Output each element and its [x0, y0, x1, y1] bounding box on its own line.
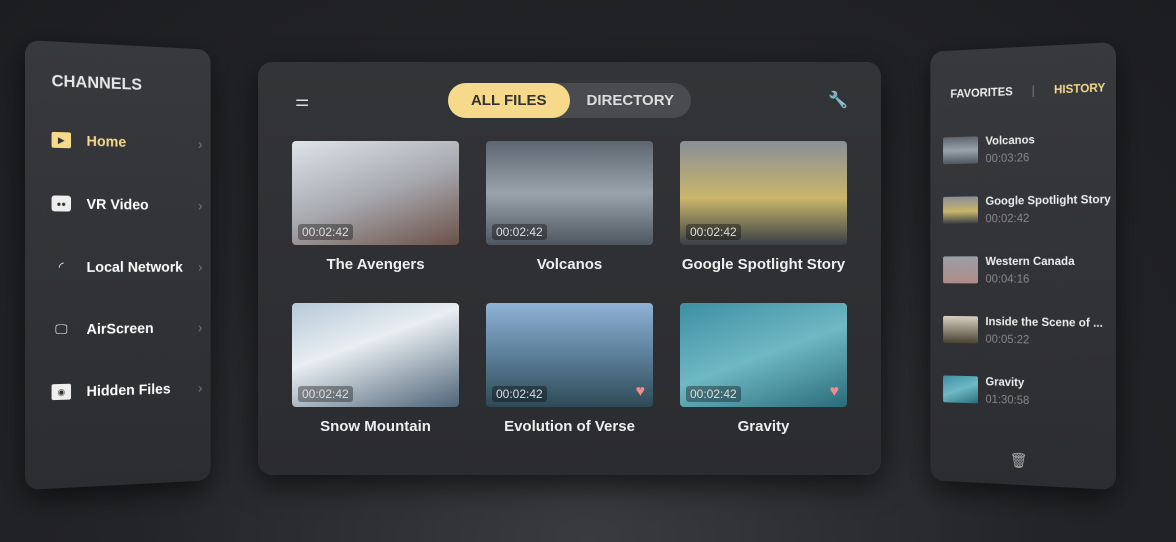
video-thumbnail[interactable]: 00:02:42 ♥ — [680, 303, 847, 407]
video-duration: 00:02:42 — [298, 224, 353, 240]
history-panel: FAVORITES | HISTORY Volcanos 00:03:26 Goog… — [930, 42, 1116, 490]
hidden-folder-icon: ◉ — [51, 383, 72, 401]
video-card[interactable]: 00:02:42 ♥ Evolution of Verse — [486, 303, 653, 435]
video-thumbnail[interactable]: 00:02:42 — [292, 141, 459, 245]
history-item[interactable]: Western Canada 00:04:16 — [943, 254, 1075, 286]
nav-label: AirScreen — [86, 319, 154, 338]
view-toggle: ALL FILES DIRECTORY — [448, 83, 691, 118]
heart-icon[interactable]: ♥ — [636, 383, 646, 401]
video-title: Gravity — [737, 418, 790, 435]
nav-label: Hidden Files — [86, 380, 171, 400]
channels-panel: CHANNELS ▶ Home › ●● VR Video › ◜ Local … — [25, 40, 211, 490]
history-duration: 01:30:58 — [985, 392, 1030, 408]
video-thumbnail[interactable]: 00:02:42 ♥ — [486, 303, 653, 407]
history-item[interactable]: Inside the Scene of ... 00:05:22 — [943, 314, 1103, 348]
tab-history[interactable]: HISTORY — [1054, 80, 1105, 96]
history-title: Volcanos — [985, 132, 1035, 148]
files-panel: ⚌ ALL FILES DIRECTORY 🔧 00:02:42 The Aven… — [258, 62, 881, 475]
history-title: Western Canada — [985, 254, 1075, 268]
history-thumbnail — [943, 136, 979, 165]
history-duration: 00:02:42 — [985, 211, 1030, 226]
history-thumbnail — [943, 375, 979, 404]
history-item[interactable]: Google Spotlight Story 00:02:42 — [943, 192, 1111, 226]
video-duration: 00:02:42 — [686, 224, 741, 240]
video-thumbnail[interactable]: 00:02:42 — [486, 141, 653, 245]
wrench-icon[interactable]: 🔧 — [828, 90, 848, 110]
history-duration: 00:04:16 — [985, 271, 1030, 286]
video-title: Evolution of Verse — [504, 418, 635, 435]
video-duration: 00:02:42 — [686, 386, 741, 402]
vr-headset-icon: ●● — [51, 195, 72, 212]
video-title: Snow Mountain — [320, 418, 431, 435]
history-title: Google Spotlight Story — [985, 192, 1111, 208]
nav-label: Local Network — [86, 258, 183, 276]
chevron-right-icon: › — [197, 319, 203, 336]
heart-icon[interactable]: ♥ — [830, 383, 840, 401]
nav-label: VR Video — [86, 195, 149, 214]
video-thumbnail[interactable]: 00:02:42 — [680, 141, 847, 245]
history-thumbnail — [943, 256, 979, 284]
play-icon: ▶ — [51, 131, 72, 149]
video-duration: 00:02:42 — [298, 386, 353, 402]
monitor-icon: 🖵 — [55, 321, 68, 337]
sliders-icon[interactable]: ⚌ — [295, 91, 309, 111]
tab-favorites[interactable]: FAVORITES — [950, 84, 1012, 100]
chevron-right-icon: › — [197, 197, 203, 214]
history-title: Inside the Scene of ... — [985, 314, 1103, 330]
channels-title: CHANNELS — [51, 71, 142, 94]
history-item[interactable]: Volcanos 00:03:26 — [943, 133, 1035, 167]
video-duration: 00:02:42 — [492, 224, 547, 240]
video-title: Google Spotlight Story — [681, 256, 846, 273]
nav-item-home[interactable]: ▶ Home › — [51, 125, 203, 159]
history-thumbnail — [943, 315, 979, 344]
trash-icon[interactable]: 🗑 — [1010, 451, 1028, 469]
tab-all-files[interactable]: ALL FILES — [448, 83, 570, 118]
video-card[interactable]: 00:02:42 ♥ Gravity — [680, 303, 847, 435]
history-duration: 00:05:22 — [985, 331, 1030, 347]
nav-item-hidden-files[interactable]: ◉ Hidden Files › — [51, 373, 203, 407]
history-title: Gravity — [985, 374, 1025, 390]
nav-item-airscreen[interactable]: 🖵 AirScreen › — [52, 313, 203, 345]
chevron-right-icon: › — [197, 258, 203, 276]
video-duration: 00:02:42 — [492, 386, 547, 402]
video-title: The Avengers — [326, 256, 425, 273]
wifi-icon: ◜ — [58, 259, 64, 274]
video-card[interactable]: 00:02:42 Snow Mountain — [292, 303, 459, 435]
nav-item-vr-video[interactable]: ●● VR Video › — [51, 188, 203, 219]
chevron-right-icon: › — [197, 379, 203, 396]
nav-label: Home — [86, 132, 127, 151]
video-thumbnail[interactable]: 00:02:42 — [292, 303, 459, 407]
chevron-right-icon: › — [197, 135, 203, 153]
tab-divider: | — [1031, 83, 1035, 98]
tab-directory[interactable]: DIRECTORY — [570, 83, 692, 118]
video-title: Volcanos — [536, 256, 603, 273]
history-duration: 00:03:26 — [985, 150, 1030, 166]
video-card[interactable]: 00:02:42 Volcanos — [486, 141, 653, 273]
nav-item-local-network[interactable]: ◜ Local Network › — [52, 252, 203, 282]
video-card[interactable]: 00:02:42 Google Spotlight Story — [680, 141, 847, 273]
history-thumbnail — [943, 196, 979, 224]
history-item[interactable]: Gravity 01:30:58 — [943, 373, 1029, 407]
video-card[interactable]: 00:02:42 The Avengers — [292, 141, 459, 273]
